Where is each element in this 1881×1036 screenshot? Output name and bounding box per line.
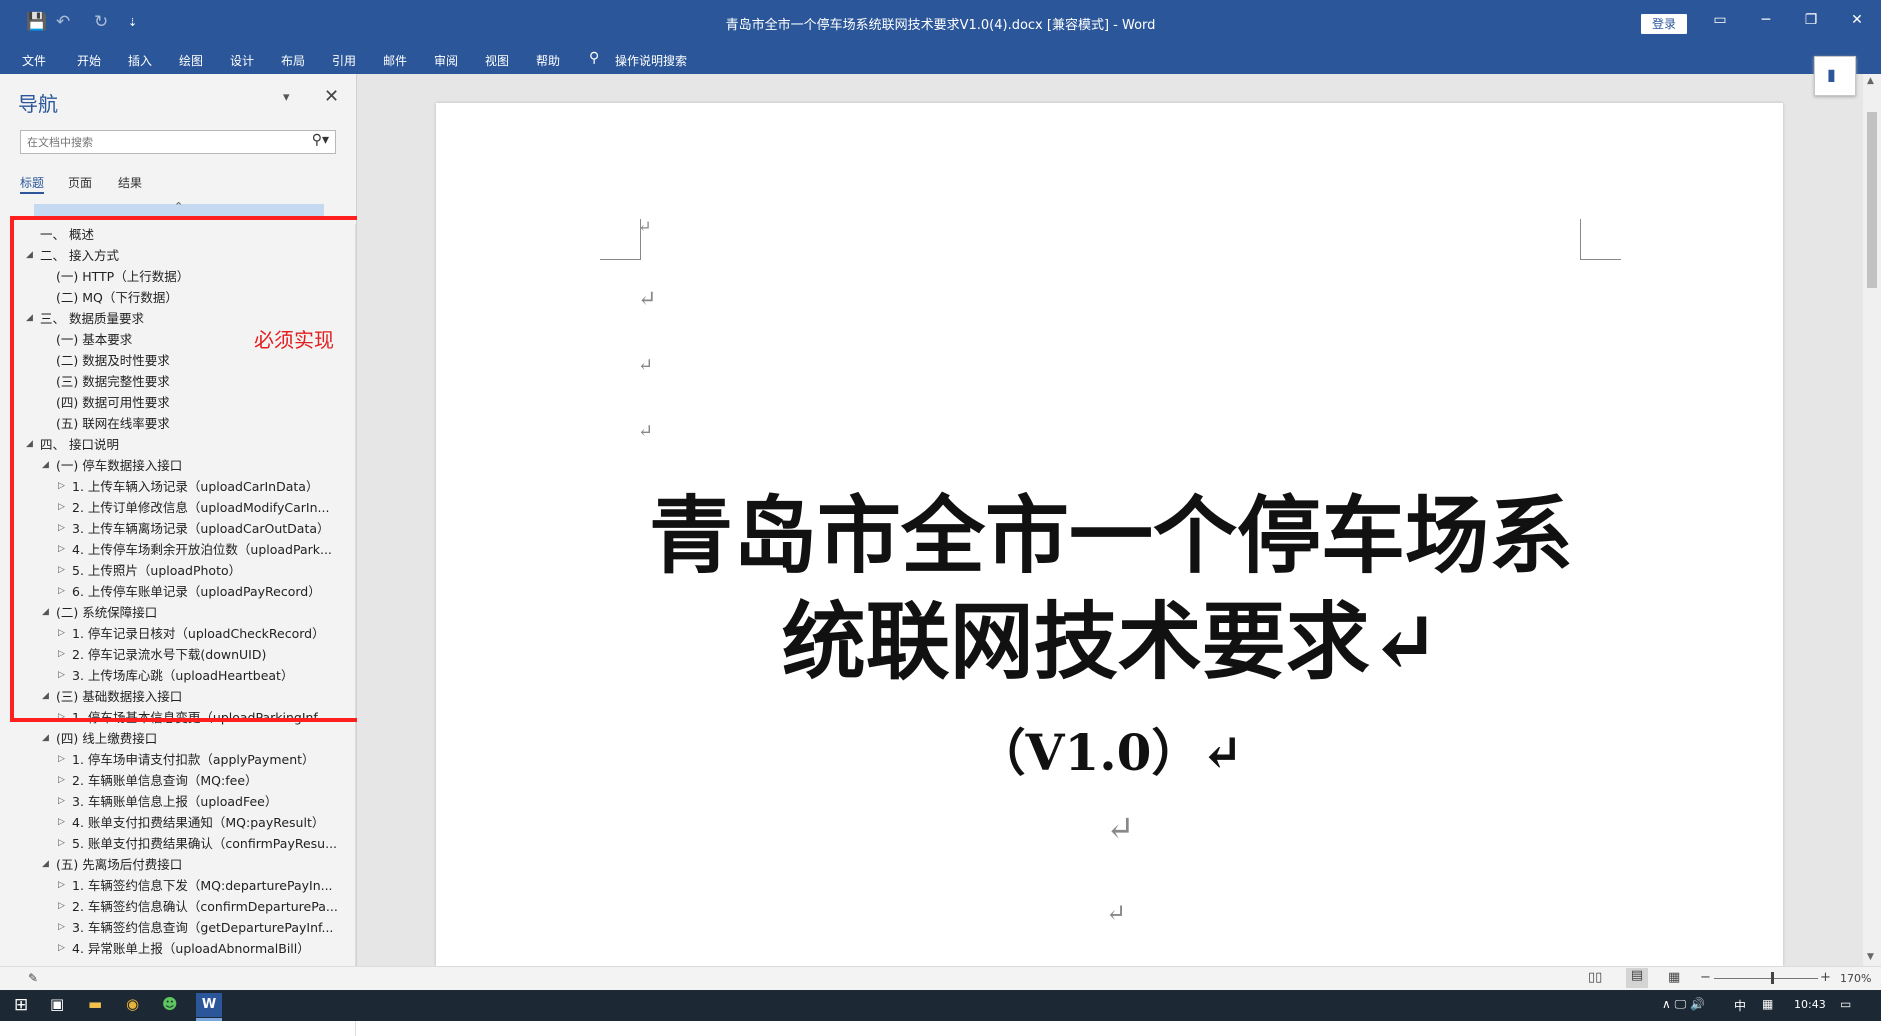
ime-indicator[interactable]: 中 — [1734, 997, 1746, 1014]
zoom-out-button[interactable]: − — [1700, 970, 1711, 985]
scrollbar-thumb[interactable] — [1867, 112, 1877, 288]
lightbulb-icon: ⚲ — [589, 50, 600, 66]
system-tray[interactable]: ∧ 🖵 🔊 — [1662, 997, 1705, 1012]
tab-pages[interactable]: 页面 — [68, 174, 92, 191]
status-bar: ✎ ▯▯ ▤ ▦ − + 170% — [0, 966, 1881, 991]
clock[interactable]: 10:43 — [1794, 998, 1826, 1011]
nav-heading-item[interactable]: 4. 账单支付扣费结果通知（MQ:payResult） — [72, 812, 324, 833]
zoom-slider-handle[interactable] — [1771, 972, 1774, 984]
minimize-icon[interactable]: ─ — [1751, 12, 1781, 28]
chrome-icon[interactable]: ◉ — [126, 995, 139, 1013]
paragraph-mark: ↵ — [638, 421, 654, 442]
heading-line-2: 统联网技术要求↵ — [781, 592, 1441, 691]
title-bar: 💾 ↶ ↻ ⇣ 青岛市全市一个停车场系统联网技术要求V1.0(4).docx [… — [0, 0, 1881, 46]
zoom-slider[interactable] — [1714, 978, 1818, 979]
zoom-level[interactable]: 170% — [1840, 972, 1871, 985]
window-title: 青岛市全市一个停车场系统联网技术要求V1.0(4).docx [兼容模式] - … — [725, 18, 1156, 33]
scroll-down-icon[interactable]: ▼ — [1867, 952, 1874, 962]
expand-arrow-icon[interactable]: ▷ — [58, 943, 65, 953]
search-icon[interactable]: ⚲▾ — [312, 132, 329, 148]
tab-insert[interactable]: 插入 — [128, 52, 152, 69]
tab-review[interactable]: 审阅 — [434, 52, 458, 69]
restore-icon[interactable]: ❐ — [1796, 12, 1826, 28]
bookmark-button[interactable]: ▮ — [1814, 56, 1856, 96]
file-explorer-icon[interactable]: ▬ — [88, 995, 102, 1013]
nav-heading-item[interactable]: 3. 车辆签约信息查询（getDeparturePayInf... — [72, 917, 333, 938]
chevron-down-icon[interactable]: ▾ — [283, 90, 290, 105]
nav-heading-item[interactable]: 1. 停车场申请支付扣款（applyPayment） — [72, 749, 315, 770]
expand-arrow-icon[interactable]: ▷ — [58, 922, 65, 932]
paragraph-mark: ↵ — [638, 355, 654, 376]
paragraph-mark: ↵ — [1106, 809, 1135, 849]
tab-layout[interactable]: 布局 — [281, 52, 305, 69]
annotation-box — [10, 216, 368, 722]
wechat-icon[interactable]: ☻ — [162, 995, 178, 1013]
bookmark-icon: ▮ — [1827, 65, 1836, 84]
expand-arrow-icon[interactable]: ▷ — [58, 754, 65, 764]
read-mode-icon[interactable]: ▯▯ — [1588, 970, 1602, 985]
heading-line-1: 青岛市全市一个停车场系 — [648, 486, 1573, 585]
nav-pane-title: 导航 — [18, 92, 58, 116]
tab-mailings[interactable]: 邮件 — [383, 52, 407, 69]
web-layout-icon[interactable]: ▦ — [1668, 970, 1680, 985]
keyboard-icon[interactable]: ▦ — [1762, 997, 1773, 1011]
notifications-icon[interactable]: ▭ — [1840, 997, 1851, 1011]
tab-draw[interactable]: 绘图 — [179, 52, 203, 69]
expand-arrow-icon[interactable]: ▷ — [58, 880, 65, 890]
tab-results[interactable]: 结果 — [118, 174, 142, 191]
active-tab-indicator — [20, 192, 44, 194]
tab-help[interactable]: 帮助 — [536, 52, 560, 69]
close-icon[interactable]: ✕ — [324, 86, 339, 107]
windows-start-icon[interactable]: ⊞ — [14, 995, 28, 1015]
nav-heading-item[interactable]: 2. 车辆账单信息查询（MQ:fee） — [72, 770, 258, 791]
nav-heading-item[interactable]: (五) 先离场后付费接口 — [56, 854, 182, 875]
nav-heading-item[interactable]: 1. 车辆签约信息下发（MQ:departurePayIn... — [72, 875, 333, 896]
scroll-up-icon[interactable]: ▲ — [1867, 76, 1874, 86]
close-icon[interactable]: ✕ — [1842, 12, 1872, 28]
zoom-in-button[interactable]: + — [1820, 970, 1831, 985]
tell-me-search[interactable]: 操作说明搜索 — [615, 52, 687, 69]
task-view-icon[interactable]: ▣ — [50, 995, 64, 1013]
expand-arrow-icon[interactable]: ▷ — [58, 796, 65, 806]
nav-heading-item[interactable]: 4. 异常账单上报（uploadAbnormalBill） — [72, 938, 310, 959]
paragraph-mark: ↵ — [638, 217, 652, 236]
paragraph-mark: ↵ — [638, 287, 657, 312]
tab-view[interactable]: 视图 — [485, 52, 509, 69]
annotation-label: 必须实现 — [254, 328, 334, 352]
tab-references[interactable]: 引用 — [332, 52, 356, 69]
proofing-icon[interactable]: ✎ — [28, 971, 38, 985]
nav-search-input[interactable] — [21, 132, 297, 153]
nav-search-box[interactable]: ⚲▾ — [20, 130, 336, 154]
print-layout-icon[interactable]: ▤ — [1626, 968, 1648, 988]
expand-arrow-icon[interactable]: ▷ — [58, 901, 65, 911]
nav-heading-item[interactable]: 2. 车辆签约信息确认（confirmDeparturePa... — [72, 896, 338, 917]
nav-heading-item[interactable]: 3. 车辆账单信息上报（uploadFee） — [72, 791, 277, 812]
crop-mark-right — [1580, 219, 1621, 260]
login-button[interactable]: 登录 — [1641, 14, 1687, 34]
document-scrollbar[interactable]: ▲ ▼ — [1863, 74, 1881, 966]
ribbon-tabs: 文件 开始 插入 绘图 设计 布局 引用 邮件 审阅 视图 帮助 ⚲ 操作说明搜… — [0, 46, 1881, 74]
document-page[interactable]: ↵ ↵ ↵ ↵ 青岛市全市一个停车场系 统联网技术要求↵ （V1.0）↵ ↵ ↵ — [436, 103, 1783, 966]
collapse-arrow-icon[interactable]: ◢ — [42, 859, 49, 869]
document-version: （V1.0）↵ — [975, 723, 1244, 782]
nav-heading-item[interactable]: (四) 线上缴费接口 — [56, 728, 157, 749]
expand-arrow-icon[interactable]: ▷ — [58, 817, 65, 827]
expand-arrow-icon[interactable]: ▷ — [58, 838, 65, 848]
tab-home[interactable]: 开始 — [77, 52, 101, 69]
taskbar: ⊞ ▣ ▬ ◉ ☻ W ∧ 🖵 🔊 中 ▦ 10:43 ▭ — [0, 990, 1881, 1021]
collapse-arrow-icon[interactable]: ◢ — [42, 733, 49, 743]
crop-mark-left — [600, 219, 641, 260]
word-taskbar-icon[interactable]: W — [196, 993, 222, 1017]
nav-heading-item[interactable]: 5. 账单支付扣费结果确认（confirmPayResu... — [72, 833, 337, 854]
chevron-up-icon: ⌃ — [174, 200, 184, 213]
tab-file[interactable]: 文件 — [22, 52, 46, 69]
paragraph-mark: ↵ — [1106, 899, 1127, 927]
ribbon-display-options-icon[interactable]: ▭ — [1705, 12, 1735, 28]
document-heading: 青岛市全市一个停车场系 统联网技术要求↵ — [586, 483, 1636, 695]
expand-arrow-icon[interactable]: ▷ — [58, 775, 65, 785]
tab-headings[interactable]: 标题 — [20, 174, 44, 191]
tab-design[interactable]: 设计 — [230, 52, 254, 69]
